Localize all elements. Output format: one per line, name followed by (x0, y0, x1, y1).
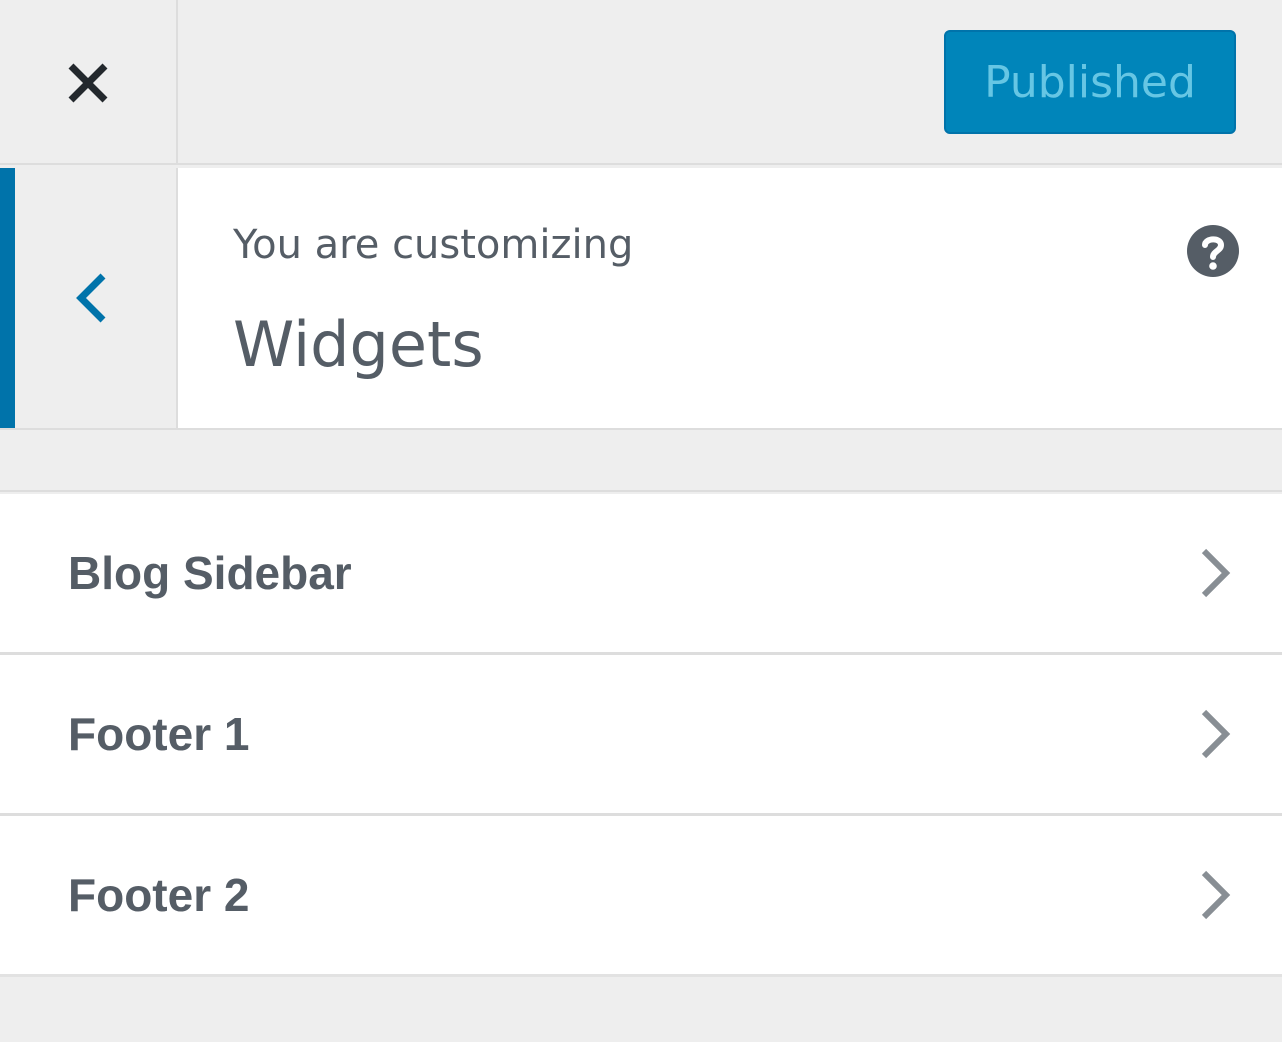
back-button[interactable] (0, 168, 178, 428)
panel-background (0, 977, 1282, 1042)
help-icon (1187, 225, 1239, 277)
chevron-left-icon (75, 273, 105, 323)
published-button[interactable]: Published (944, 30, 1236, 134)
widget-area-label: Footer 1 (68, 708, 250, 760)
page-title: Widgets (233, 308, 484, 381)
chevron-right-icon (1196, 706, 1236, 762)
customizing-label: You are customizing (233, 222, 634, 268)
widget-area-label: Blog Sidebar (68, 547, 352, 599)
close-customizer-button[interactable] (0, 0, 178, 165)
chevron-right-icon (1196, 545, 1236, 601)
widget-area-blog-sidebar[interactable]: Blog Sidebar (0, 494, 1282, 655)
help-button[interactable] (1186, 224, 1240, 278)
chevron-right-icon (1196, 867, 1236, 923)
customizer-header: Published (0, 0, 1282, 165)
widget-area-list: Blog Sidebar Footer 1 Footer 2 (0, 494, 1282, 977)
widget-area-footer-1[interactable]: Footer 1 (0, 655, 1282, 816)
widget-area-label: Footer 2 (68, 869, 250, 921)
section-header: You are customizing Widgets (0, 168, 1282, 430)
customizer-panel: Published You are customizing Widgets Bl… (0, 0, 1282, 1042)
close-icon (68, 63, 108, 102)
widget-area-footer-2[interactable]: Footer 2 (0, 816, 1282, 977)
section-gap (0, 430, 1282, 492)
